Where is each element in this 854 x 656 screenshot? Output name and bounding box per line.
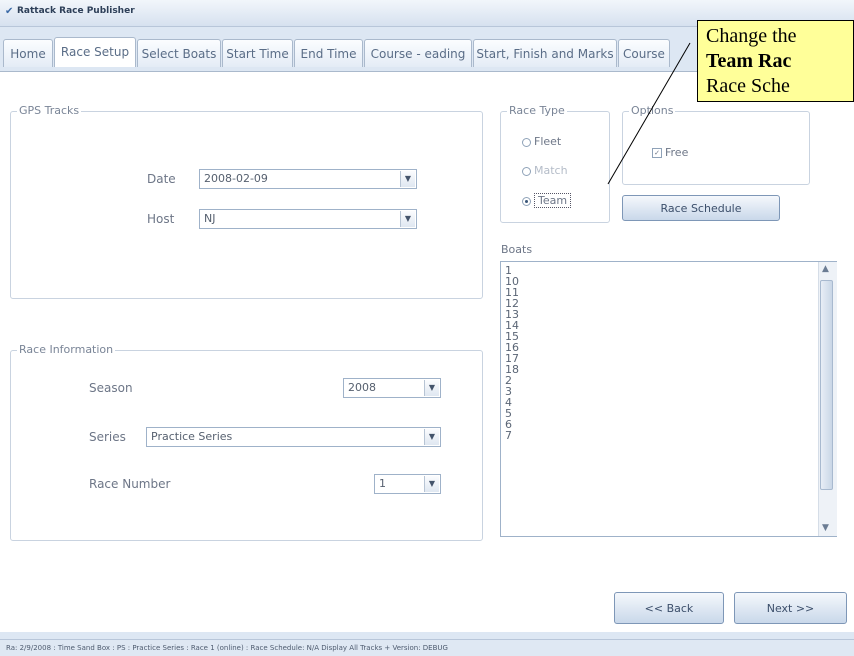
series-value: Practice Series xyxy=(151,430,233,443)
race-number-label: Race Number xyxy=(89,477,171,491)
season-label: Season xyxy=(89,381,133,395)
callout-line-3: Race Sche xyxy=(706,75,790,97)
radio-team[interactable]: Team xyxy=(522,193,572,208)
season-value: 2008 xyxy=(348,381,376,394)
series-select[interactable]: Practice Series ▼ xyxy=(146,427,441,447)
list-item[interactable]: 7 xyxy=(505,430,512,441)
tab-race-setup[interactable]: Race Setup xyxy=(54,37,136,67)
tab-end-time[interactable]: End Time xyxy=(294,39,363,67)
gps-tracks-legend: GPS Tracks xyxy=(17,104,82,117)
tab-home[interactable]: Home xyxy=(3,39,53,67)
boats-label: Boats xyxy=(501,243,533,256)
tab-start-finish-marks[interactable]: Start, Finish and Marks xyxy=(473,39,617,67)
chevron-down-icon[interactable]: ▼ xyxy=(400,171,415,187)
window-title: Rattack Race Publisher xyxy=(17,6,135,16)
radio-fleet[interactable]: Fleet xyxy=(522,135,561,148)
date-value: 2008-02-09 xyxy=(204,172,268,185)
options-legend: Options xyxy=(629,104,676,117)
tab-course[interactable]: Course xyxy=(618,39,670,67)
callout-line-1: Change the xyxy=(706,25,797,47)
host-label: Host xyxy=(147,212,175,226)
series-label: Series xyxy=(89,430,126,444)
season-select[interactable]: 2008 ▼ xyxy=(343,378,441,398)
date-label: Date xyxy=(147,172,176,186)
app-icon: ✔ xyxy=(5,6,14,17)
radio-button-selected-icon[interactable] xyxy=(522,196,531,206)
race-schedule-button[interactable]: Race Schedule xyxy=(622,195,780,221)
date-picker[interactable]: 2008-02-09 ▼ xyxy=(199,169,417,189)
callout-line-2: Team Rac xyxy=(706,50,792,72)
free-checkbox[interactable]: ✓ Free xyxy=(652,146,688,159)
radio-fleet-label: Fleet xyxy=(534,135,562,148)
free-label: Free xyxy=(665,146,689,159)
tooltip-callout: Change the Team Rac Race Sche xyxy=(697,20,854,102)
radio-match[interactable]: Match xyxy=(522,164,568,177)
checkbox-checked-icon[interactable]: ✓ xyxy=(652,148,662,158)
next-button[interactable]: Next >> xyxy=(734,592,847,624)
radio-match-label: Match xyxy=(534,164,568,177)
back-button[interactable]: << Back xyxy=(614,592,724,624)
radio-button-icon[interactable] xyxy=(522,166,531,176)
race-information-legend: Race Information xyxy=(17,343,116,356)
race-type-legend: Race Type xyxy=(507,104,567,117)
scrollbar-thumb[interactable] xyxy=(820,280,833,490)
tab-start-time[interactable]: Start Time xyxy=(222,39,293,67)
race-number-value: 1 xyxy=(379,477,386,490)
chevron-down-icon[interactable]: ▼ xyxy=(424,476,439,492)
boats-list[interactable]: 1 10 11 12 13 14 15 16 17 18 2 3 4 5 6 7 xyxy=(500,261,837,537)
host-select[interactable]: NJ ▼ xyxy=(199,209,417,229)
chevron-down-icon[interactable]: ▼ xyxy=(424,429,439,445)
chevron-down-icon[interactable]: ▼ xyxy=(424,380,439,396)
options-group: Options xyxy=(622,104,810,185)
radio-team-label: Team xyxy=(534,193,572,208)
host-value: NJ xyxy=(204,212,216,225)
tab-course-heading[interactable]: Course - eading xyxy=(364,39,472,67)
race-number-select[interactable]: 1 ▼ xyxy=(374,474,441,494)
chevron-down-icon[interactable]: ▼ xyxy=(400,211,415,227)
status-bar: Ra: 2/9/2008 : Time Sand Box : PS : Prac… xyxy=(0,639,854,656)
gps-tracks-group: GPS Tracks xyxy=(10,104,483,299)
tab-select-boats[interactable]: Select Boats xyxy=(137,39,221,67)
scroll-up-icon[interactable]: ▲ xyxy=(822,264,829,274)
scroll-down-icon[interactable]: ▼ xyxy=(822,523,829,533)
radio-button-icon[interactable] xyxy=(522,137,531,147)
